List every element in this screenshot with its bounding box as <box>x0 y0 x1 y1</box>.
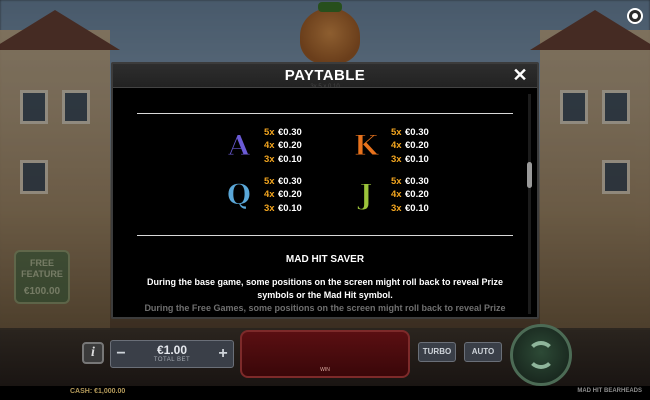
pay-list: 5x €0.30 4x €0.20 3x €0.10 <box>391 126 429 166</box>
scrollbar-thumb[interactable] <box>527 162 532 188</box>
pay-row: 5x €0.30 <box>264 127 302 138</box>
pay-row: 3x €0.10 <box>264 153 302 165</box>
pay-row: 5x €0.30 <box>264 176 302 187</box>
pay-row: 4x €0.20 <box>264 189 302 201</box>
symbol-pay-j: J 5x €0.30 4x €0.20 3x €0.10 <box>351 175 471 217</box>
pay-list: 5x €0.30 4x €0.20 3x €0.10 <box>391 175 429 215</box>
win-display: WIN <box>240 330 410 378</box>
pay-list: 5x €0.30 4x €0.20 3x €0.10 <box>264 175 302 215</box>
turbo-button[interactable]: TURBO <box>418 342 456 362</box>
paytable-modal: PAYTABLE ✕ 3x 5 x 0.10 A 5x €0.30 4x €0.20… <box>111 62 539 319</box>
symbol-a-icon: A <box>228 129 251 163</box>
divider <box>137 113 513 114</box>
pay-row: 3x €0.10 <box>391 202 429 214</box>
pay-row: 4x €0.20 <box>391 140 429 152</box>
close-icon[interactable]: ✕ <box>511 66 529 84</box>
stake-value: €1.00 <box>156 343 188 357</box>
pay-row: 3x €0.10 <box>264 202 302 214</box>
section-text-continued: During the Free Games, some positions on… <box>144 303 506 313</box>
pay-row: 5x €0.30 <box>391 176 429 187</box>
game-name: MAD HIT BEARHEADS <box>577 388 642 394</box>
symbol-j-icon: J <box>359 178 373 212</box>
pay-list: 5x €0.30 4x €0.20 3x €0.10 <box>264 126 302 166</box>
pay-row: 5x €0.30 <box>391 127 429 138</box>
symbol-pay-a: A 5x €0.30 4x €0.20 3x €0.10 <box>224 126 344 168</box>
stake-selector: − €1.00 TOTAL BET + <box>110 340 234 368</box>
spin-arrows-icon <box>527 341 555 369</box>
win-label: WIN <box>320 367 330 373</box>
scrollbar-track[interactable] <box>528 94 531 314</box>
symbol-k-icon: K <box>353 129 379 163</box>
gear-icon[interactable] <box>627 8 643 24</box>
divider <box>137 235 513 236</box>
pay-row: 4x €0.20 <box>264 140 302 152</box>
symbol-pay-q: Q 5x €0.30 4x €0.20 3x €0.10 <box>224 175 344 217</box>
autoplay-button[interactable]: AUTO <box>464 342 502 362</box>
pay-row: 4x €0.20 <box>391 189 429 201</box>
stake-label: TOTAL BET <box>153 357 191 363</box>
symbol-pay-k: K 5x €0.30 4x €0.20 3x €0.10 <box>351 126 471 168</box>
pay-row: 3x €0.10 <box>391 153 429 165</box>
previous-section-fade: 3x 5 x 0.10 <box>310 84 340 90</box>
stake-decrease-button[interactable]: − <box>113 343 129 365</box>
cash-balance: CASH: €1,000.00 <box>70 388 126 395</box>
info-button[interactable]: i <box>82 342 104 364</box>
section-text: During the base game, some positions on … <box>146 277 504 300</box>
symbol-q-icon: Q <box>226 178 252 212</box>
modal-title: PAYTABLE <box>284 67 366 84</box>
spin-button[interactable] <box>510 324 572 386</box>
section-title: MAD HIT SAVER <box>285 254 365 265</box>
stake-increase-button[interactable]: + <box>215 343 231 365</box>
